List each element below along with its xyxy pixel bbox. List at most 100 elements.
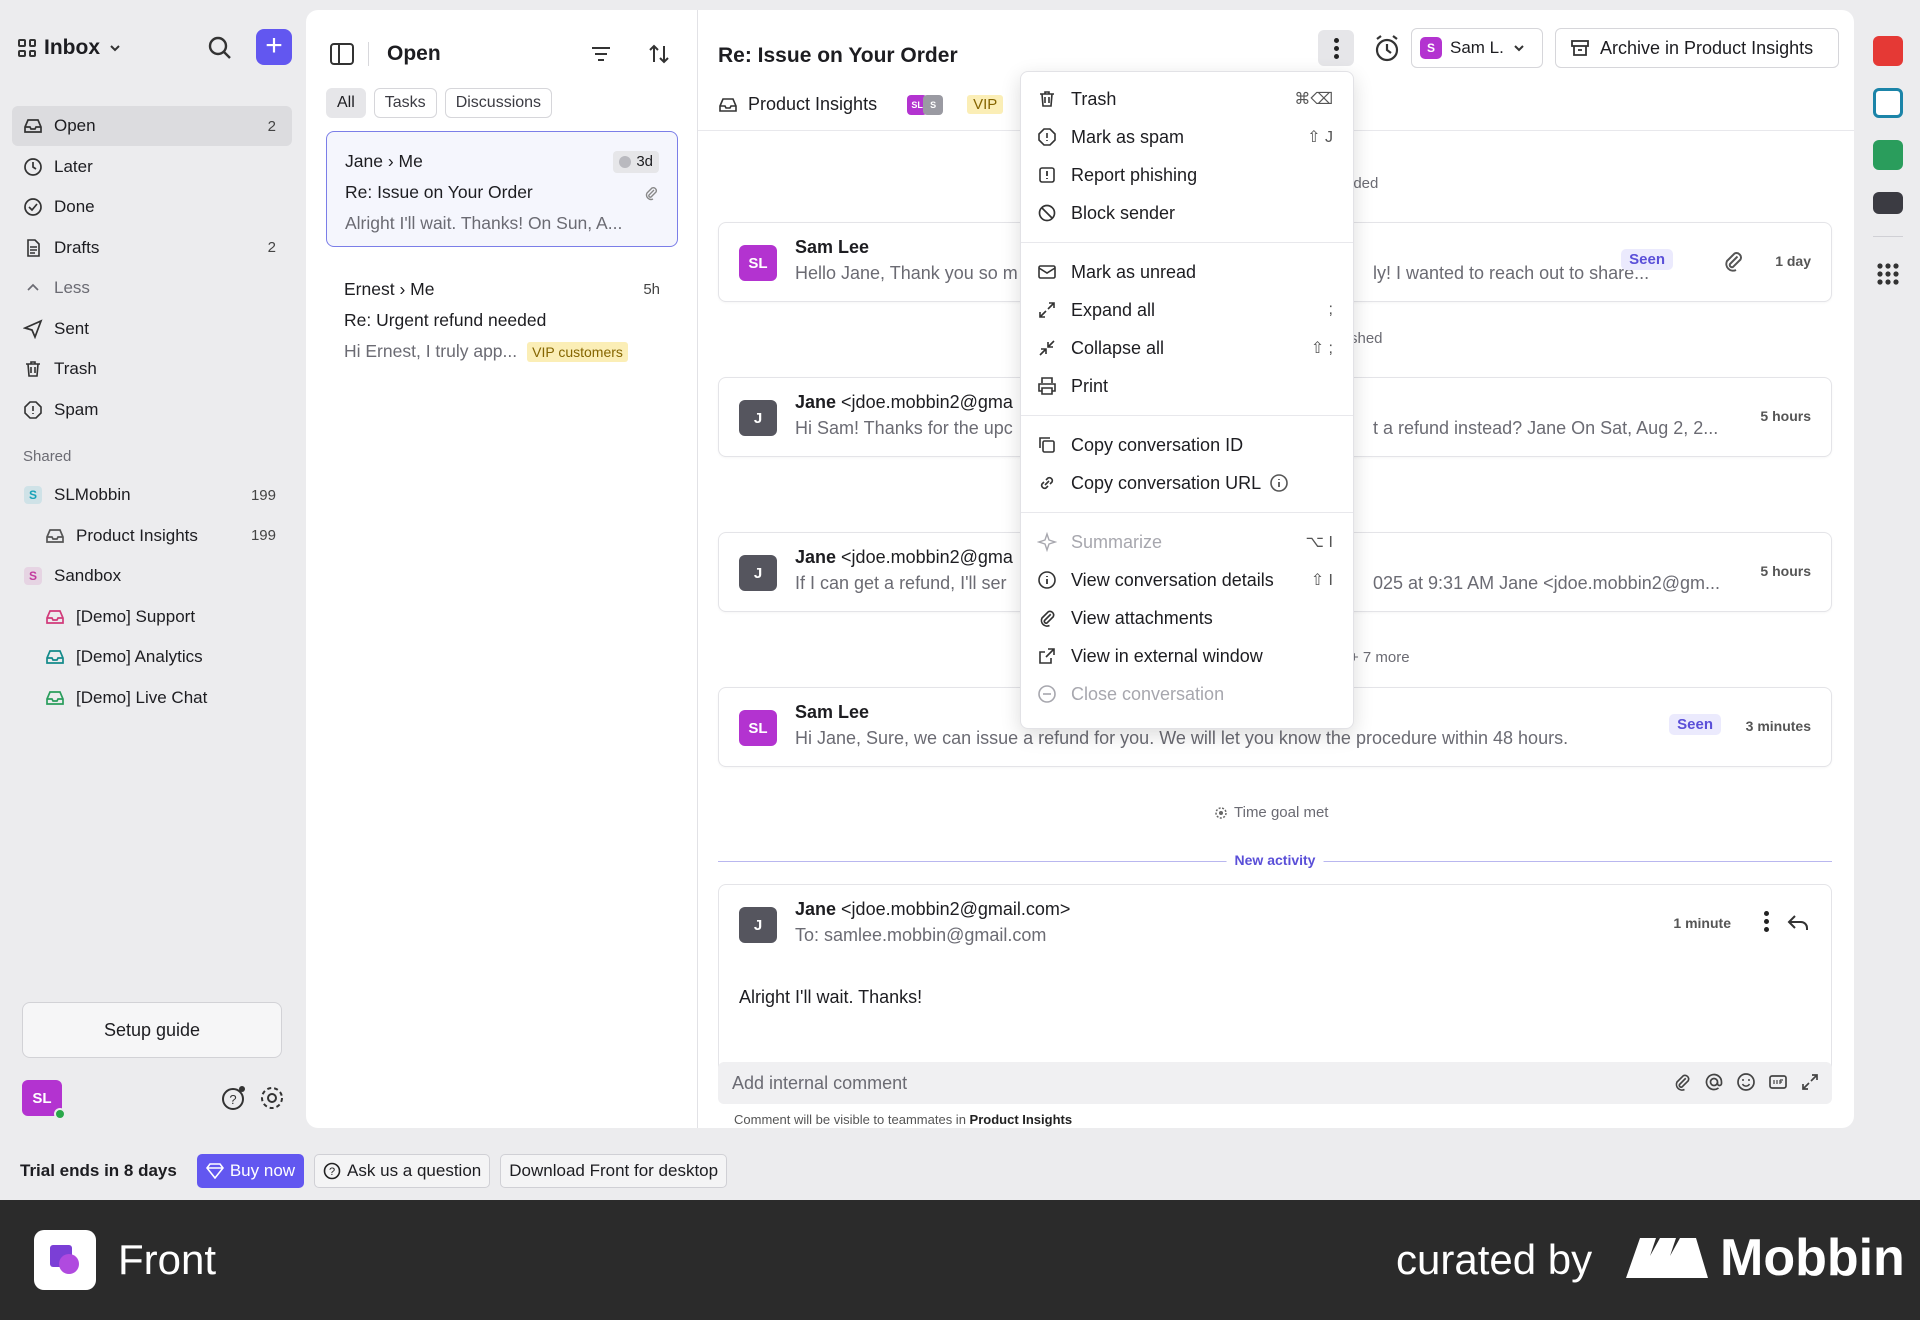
spam-icon [1037, 127, 1057, 147]
menu-item-copy-conversation-id[interactable]: Copy conversation ID [1021, 426, 1353, 464]
assignee-dropdown[interactable]: S Sam L. [1411, 28, 1543, 68]
tab-tasks[interactable]: Tasks [373, 88, 437, 118]
menu-item-mark-as-unread[interactable]: Mark as unread [1021, 253, 1353, 291]
sidebar-item-label: [Demo] Support [76, 606, 196, 626]
inbox-switcher[interactable]: Inbox [18, 36, 122, 60]
sidebar-item-demo-live-chat[interactable]: [Demo] Live Chat [12, 678, 292, 718]
internal-comment-input[interactable]: Add internal comment [718, 1062, 1832, 1104]
sidebar-item-drafts[interactable]: Drafts 2 [12, 228, 292, 268]
download-desktop-button[interactable]: Download Front for desktop [500, 1154, 728, 1188]
sidebar-item-sandbox[interactable]: S Sandbox [12, 556, 292, 596]
emoji-icon[interactable] [1736, 1072, 1756, 1092]
tab-discussions[interactable]: Discussions [444, 88, 553, 118]
message-sender: Jane <jdoe.mobbin2@gmail.com> [795, 899, 1071, 919]
comment-visibility-note: Comment will be visible to teammates in … [734, 1112, 1073, 1127]
vip-tag[interactable]: VIP [967, 95, 1004, 114]
archive-icon [1571, 40, 1589, 56]
menu-item-view-in-external-window[interactable]: View in external window [1021, 637, 1353, 675]
sidebar-item-product-insights[interactable]: Product Insights 199 [12, 516, 292, 556]
avatar-initials: SL [32, 1089, 52, 1107]
sidebar-item-label: Drafts [54, 237, 100, 257]
contacts-icon[interactable] [1873, 88, 1903, 118]
reply-icon[interactable] [1785, 911, 1811, 935]
tab-all[interactable]: All [326, 88, 366, 118]
curated-by-text: curated by [1396, 1236, 1593, 1283]
conversation-participants: Ernest › Me [344, 279, 435, 299]
inbox-name[interactable]: Product Insights [748, 94, 877, 115]
avatar[interactable]: SL [22, 1080, 66, 1120]
message-recipient: To: samlee.mobbin@gmail.com [795, 925, 1047, 945]
info-icon [1037, 570, 1057, 590]
sidebar-toggle-icon[interactable] [330, 43, 354, 65]
menu-item-mark-as-spam[interactable]: Mark as spam ⇧ J [1021, 118, 1353, 156]
keyboard-shortcut: ⌥ I [1305, 534, 1333, 551]
paperclip-icon [645, 186, 657, 200]
sidebar-item-less[interactable]: Less [12, 268, 292, 308]
setup-guide-button[interactable]: Setup guide [22, 1002, 282, 1058]
mention-icon[interactable] [1704, 1072, 1724, 1092]
menu-item-collapse-all[interactable]: Collapse all ⇧ ; [1021, 329, 1353, 367]
filter-icon[interactable] [590, 44, 612, 64]
more-vertical-icon[interactable] [1764, 911, 1769, 932]
menu-item-label: Copy conversation ID [1071, 434, 1244, 455]
message-sender: Sam Lee [795, 237, 870, 257]
gif-icon[interactable] [1768, 1072, 1788, 1092]
book-icon[interactable] [1873, 140, 1903, 170]
paperclip-icon[interactable] [1721, 249, 1745, 273]
menu-item-trash[interactable]: Trash ⌘⌫ [1021, 80, 1353, 118]
sort-icon[interactable] [648, 42, 670, 66]
search-icon[interactable] [204, 32, 236, 64]
menu-item-view-attachments[interactable]: View attachments [1021, 599, 1353, 637]
front-logo-icon [34, 1230, 96, 1290]
sidebar-item-spam[interactable]: Spam [12, 390, 292, 430]
chevron-down-icon [110, 45, 120, 52]
calendar-icon[interactable] [1873, 36, 1903, 66]
ask-question-button[interactable]: ? Ask us a question [314, 1154, 491, 1188]
trash-icon [22, 358, 44, 380]
menu-item-block-sender[interactable]: Block sender [1021, 194, 1353, 232]
alert-icon [1037, 165, 1057, 185]
sidebar-item-open[interactable]: Open 2 [12, 106, 292, 146]
sidebar-item-trash[interactable]: Trash [12, 349, 292, 389]
menu-item-label: Print [1071, 375, 1109, 396]
message-time: 5 hours [1760, 563, 1811, 579]
avatar: SL [739, 710, 777, 746]
archive-button-label: Archive in Product Insights [1600, 37, 1814, 58]
menu-item-expand-all[interactable]: Expand all; [1021, 291, 1353, 329]
apps-grid-icon[interactable] [1873, 259, 1903, 289]
sidebar-item-sent[interactable]: Sent [12, 309, 292, 349]
sidebar-item-done[interactable]: Done [12, 187, 292, 227]
alarm-clock-icon[interactable] [1370, 32, 1404, 66]
info-icon[interactable] [1269, 473, 1289, 493]
shared-section-label: Shared [23, 448, 72, 465]
menu-item-report-phishing[interactable]: Report phishing [1021, 156, 1353, 194]
sidebar-item-later[interactable]: Later [12, 147, 292, 187]
team-badge-icon: S [22, 565, 44, 587]
message-snippet-tail: 025 at 9:31 AM Jane <jdoe.mobbin2@gm... [1373, 573, 1720, 593]
sidebar-item-demo-support[interactable]: [Demo] Support [12, 597, 292, 637]
sidebar-item-slmobbin[interactable]: S SLMobbin 199 [12, 475, 292, 515]
more-options-button[interactable] [1318, 30, 1354, 66]
menu-item-copy-conversation-url[interactable]: Copy conversation URL [1021, 464, 1353, 502]
conversation-item[interactable]: Ernest › Me 5h Re: Urgent refund needed … [326, 260, 678, 376]
conversation-item[interactable]: Jane › Me 3d Re: Issue on Your Order Alr… [326, 131, 678, 247]
menu-item-label: Report phishing [1071, 164, 1198, 185]
expand-icon[interactable] [1800, 1072, 1820, 1092]
block-icon [1037, 203, 1057, 223]
gear-icon[interactable] [258, 1084, 286, 1112]
inbox-icon [44, 525, 66, 547]
message-time: 3 minutes [1745, 718, 1811, 734]
sidebar-item-demo-analytics[interactable]: [Demo] Analytics [12, 637, 292, 677]
sidebar-item-count: 199 [250, 486, 276, 504]
compose-button[interactable]: + [256, 29, 292, 65]
buy-now-button[interactable]: Buy now [196, 1154, 305, 1188]
seen-badge: Seen [1621, 249, 1673, 270]
paperclip-icon[interactable] [1672, 1072, 1692, 1092]
archive-button[interactable]: Archive in Product Insights [1555, 28, 1839, 68]
help-icon[interactable]: ? [220, 1084, 248, 1112]
new-activity-divider: New activity [718, 852, 1832, 872]
menu-item-print[interactable]: Print [1021, 367, 1353, 405]
keyboard-icon[interactable] [1873, 192, 1903, 214]
show-more-link[interactable]: + 7 more [1350, 649, 1410, 666]
menu-item-view-conversation-details[interactable]: View conversation details ⇧ I [1021, 561, 1353, 599]
